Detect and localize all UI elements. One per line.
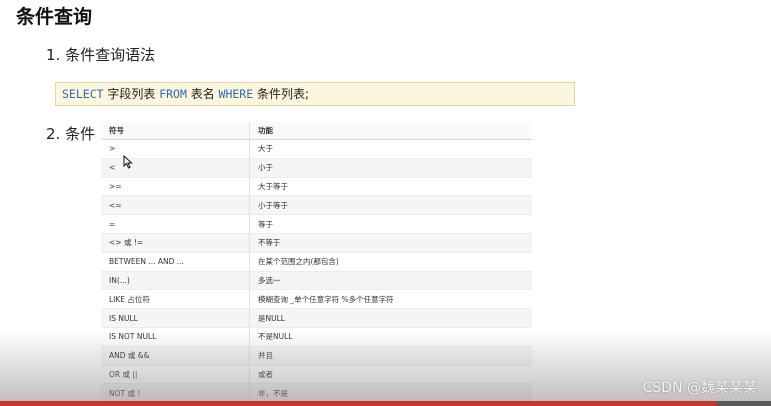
conditions-text: 条件列表; xyxy=(253,87,310,101)
header-function: 功能 xyxy=(249,122,532,140)
operator-cell: = xyxy=(101,214,250,234)
description-cell: 非，不是 xyxy=(249,383,532,404)
table-row: IS NULL 是NULL xyxy=(101,308,532,328)
operator-cell: OR 或 || xyxy=(101,365,250,385)
description-cell: 等于 xyxy=(249,214,532,234)
table-row: IN(...) 多选一 xyxy=(101,271,532,291)
description-cell: 模糊查询 _单个任意字符 %多个任意字符 xyxy=(249,289,532,310)
table-row: OR 或 || 或者 xyxy=(101,365,532,385)
section-conditions-heading: 2. 条件 xyxy=(46,125,96,143)
operator-cell: <> 或 != xyxy=(101,233,250,253)
video-progress-bar[interactable] xyxy=(0,401,771,406)
operator-cell: NOT 或 ! xyxy=(101,383,250,404)
description-cell: 小于等于 xyxy=(249,195,532,216)
mouse-pointer-icon xyxy=(123,154,133,172)
section-syntax-heading: 1. 条件查询语法 xyxy=(46,46,156,64)
operators-table: 符号 功能 > 大于 < 小于 >= 大于等于 <= 小于等于 = 等于 <> 或 != 不… xyxy=(101,122,532,404)
operator-cell: AND 或 && xyxy=(101,346,250,366)
video-progress-fill xyxy=(0,401,718,406)
table-row: NOT 或 ! 非，不是 xyxy=(101,383,532,404)
operator-cell: BETWEEN ... AND ... xyxy=(101,252,250,272)
description-cell: 并且 xyxy=(249,346,532,366)
description-cell: 大于等于 xyxy=(249,177,532,197)
table-row: < 小于 xyxy=(101,158,532,178)
description-cell: 或者 xyxy=(249,365,532,385)
table-text: 表名 xyxy=(186,87,219,101)
table-row: LIKE 占位符 模糊查询 _单个任意字符 %多个任意字符 xyxy=(101,289,532,310)
description-cell: 不是NULL xyxy=(249,327,532,347)
table-row: BETWEEN ... AND ... 在某个范围之内(都包含) xyxy=(101,252,532,272)
operator-cell: <= xyxy=(101,195,250,216)
operator-cell: >= xyxy=(101,177,250,197)
operator-cell: IS NULL xyxy=(101,308,250,328)
operator-cell: IS NOT NULL xyxy=(101,327,250,347)
header-symbol: 符号 xyxy=(101,122,250,140)
csdn-watermark: CSDN @魏某某某 xyxy=(642,380,757,396)
table-row: >= 大于等于 xyxy=(101,177,532,197)
sql-syntax-box: SELECT 字段列表 FROM 表名 WHERE 条件列表; xyxy=(55,82,575,106)
operator-cell: IN(...) xyxy=(101,271,250,291)
table-row: <= 小于等于 xyxy=(101,195,532,216)
description-cell: 多选一 xyxy=(249,271,532,291)
description-cell: 大于 xyxy=(249,139,532,159)
operator-cell: LIKE 占位符 xyxy=(101,289,250,310)
description-cell: 小于 xyxy=(249,158,532,178)
table-row: = 等于 xyxy=(101,214,532,234)
select-keyword: SELECT xyxy=(62,87,104,101)
table-header-row: 符号 功能 xyxy=(101,122,532,140)
description-cell: 在某个范围之内(都包含) xyxy=(249,252,532,272)
description-cell: 不等于 xyxy=(249,233,532,253)
fields-text: 字段列表 xyxy=(103,87,160,101)
where-keyword: WHERE xyxy=(218,87,254,101)
description-cell: 是NULL xyxy=(249,308,532,328)
from-keyword: FROM xyxy=(159,87,187,101)
table-row: > 大于 xyxy=(101,139,532,159)
table-row: <> 或 != 不等于 xyxy=(101,233,532,253)
slide-title: 条件查询 xyxy=(16,6,93,28)
table-row: AND 或 && 并且 xyxy=(101,346,532,366)
table-row: IS NOT NULL 不是NULL xyxy=(101,327,532,347)
